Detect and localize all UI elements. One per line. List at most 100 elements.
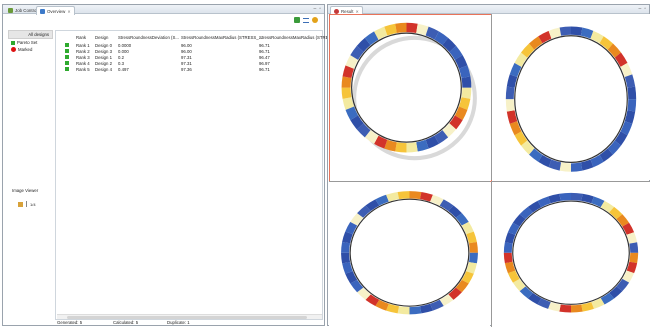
cell-value: 97.31 — [181, 54, 192, 60]
minimize-icon[interactable]: – — [638, 6, 641, 12]
ring-segment — [416, 23, 429, 36]
result-image-1[interactable] — [329, 14, 492, 182]
ring-segment — [419, 303, 433, 314]
ring-segment — [461, 87, 472, 99]
ring-segment — [350, 45, 364, 61]
page-indicator: 1/4 — [30, 201, 36, 207]
cell-rank: Rank 3 — [76, 54, 90, 60]
ring-segment — [512, 214, 526, 227]
ring-segment — [461, 221, 474, 235]
ring-segment — [350, 115, 364, 130]
ring-segment — [466, 231, 477, 244]
ring-segment — [386, 303, 400, 314]
cell-rank: Rank 5 — [76, 66, 90, 72]
pareto-marker-icon — [65, 55, 69, 59]
ring-segment — [506, 74, 518, 88]
ring-segment — [342, 97, 355, 110]
ring-segment — [629, 252, 639, 264]
ring-segment — [384, 139, 397, 152]
ring-segment — [406, 22, 418, 33]
ring-segment — [620, 121, 633, 136]
pareto-marker-icon — [65, 67, 69, 71]
ring-segment — [439, 199, 454, 212]
ring-segment — [386, 191, 400, 202]
close-icon[interactable]: ✕ — [67, 9, 70, 14]
ring-segment — [365, 294, 380, 307]
ring-segment — [341, 241, 351, 253]
result-image-2[interactable] — [491, 14, 650, 180]
minimize-icon[interactable]: – — [313, 6, 316, 12]
cell-value: 0.3 — [118, 60, 124, 66]
ring-inner-edge — [512, 200, 630, 305]
ring-segment — [356, 123, 371, 138]
ring-segment — [548, 159, 562, 171]
left-tab-bar: Job Control Overview ✕ – ▫ — [3, 5, 324, 15]
window-controls: – ▫ — [313, 6, 321, 12]
cell-value: 96.00 — [181, 48, 192, 54]
ring-segment — [620, 62, 633, 78]
maximize-icon[interactable]: ▫ — [644, 6, 646, 12]
col-design[interactable]: Design — [95, 35, 108, 40]
ring-segment — [341, 87, 352, 99]
col-max-radius-2[interactable]: StressRoundnessMaxRadius (STRE... — [259, 35, 332, 40]
filter-pareto-set[interactable]: Pareto Set — [8, 39, 53, 46]
scrollbar-thumb[interactable] — [67, 316, 307, 319]
ring-segment — [507, 222, 520, 235]
window-controls: – ▫ — [638, 6, 646, 12]
result-window: Result ✕ – ▫ — [327, 4, 650, 327]
filter-marked[interactable]: Marked — [8, 46, 53, 53]
col-rank[interactable]: Rank — [76, 35, 86, 40]
tab-overview[interactable]: Overview ✕ — [36, 6, 75, 15]
ring-segment — [609, 206, 623, 219]
ring-segment — [345, 55, 359, 69]
ring-segment — [506, 110, 518, 124]
ring-segment — [466, 262, 477, 274]
ring-segment — [397, 191, 410, 200]
filter-label: Marked — [18, 47, 33, 52]
close-icon[interactable]: ✕ — [355, 9, 358, 14]
divider — [26, 201, 27, 207]
cell-value: 96.71 — [259, 42, 270, 48]
ring-segment — [374, 135, 388, 149]
ring-segment — [559, 162, 572, 172]
all-designs-header[interactable]: All designs — [8, 30, 53, 39]
ring-segment — [419, 191, 433, 202]
ring-segment — [559, 304, 572, 313]
ring-segment — [449, 115, 463, 130]
check-icon[interactable] — [294, 17, 300, 23]
image-viewer-controls: 1/4 — [18, 201, 36, 207]
col-max-radius[interactable]: StressRoundnessMaxRadius (STRESS_... — [181, 35, 262, 40]
col-roundness-deviation[interactable]: StressRoundnessDeviation (S... — [118, 35, 179, 40]
stress-ring-image — [503, 192, 639, 313]
cell-rank: Rank 4 — [76, 60, 90, 66]
cell-design: Design 2 — [95, 60, 112, 66]
ring-segment — [345, 271, 358, 284]
ring-segment — [626, 232, 638, 244]
ring-segment — [342, 262, 353, 274]
ring-segment — [548, 193, 561, 204]
ring-segment — [341, 76, 352, 88]
result-image-3[interactable] — [329, 181, 490, 327]
settings-icon[interactable] — [312, 17, 318, 23]
ring-segment — [397, 306, 410, 315]
cell-value: 97.36 — [181, 66, 192, 72]
ring-segment — [512, 278, 526, 292]
ring-segment — [559, 192, 572, 201]
result-image-4[interactable] — [491, 181, 650, 327]
ring-segment — [365, 199, 380, 212]
cell-value: 96.71 — [259, 66, 270, 72]
maximize-icon[interactable]: ▫ — [319, 6, 321, 12]
design-filter-list: All designs Pareto Set Marked — [8, 30, 53, 53]
table-row[interactable]: Rank 5 Design 4 0.497 97.36 96.71 — [56, 66, 322, 72]
ring-segment — [520, 140, 535, 155]
ring-segment — [503, 252, 513, 264]
image-icon[interactable] — [18, 201, 23, 207]
ring-segment — [616, 278, 630, 292]
horizontal-scrollbar[interactable] — [57, 314, 322, 319]
list-icon[interactable] — [303, 18, 309, 23]
ring-segment — [356, 37, 371, 53]
ring-segment — [375, 299, 389, 311]
pareto-marker-icon — [65, 61, 69, 65]
cell-design: Design 0 — [95, 42, 112, 48]
ring-segment — [425, 26, 439, 40]
